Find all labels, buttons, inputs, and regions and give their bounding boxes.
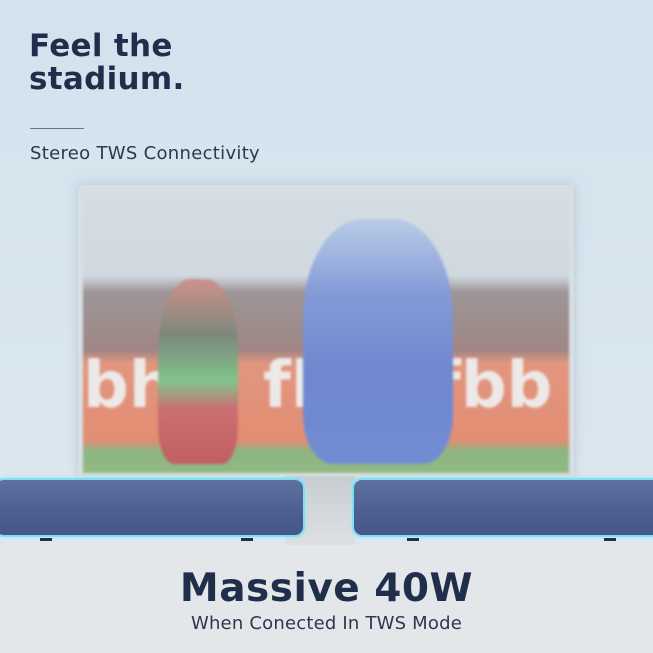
power-caption: When Conected In TWS Mode: [190, 613, 463, 634]
power-title: Massive 40W: [179, 566, 474, 611]
headline-line-1: Feel the: [29, 28, 173, 64]
soundbar-foot: [40, 538, 52, 541]
television: bh fbb fbb: [78, 185, 574, 477]
tv-screen-cricket-image: bh fbb fbb: [83, 199, 569, 473]
headline: Feel the stadium.: [29, 30, 185, 96]
soundbar-right: [352, 478, 653, 541]
divider: [30, 128, 84, 129]
subheading: Stereo TWS Connectivity: [30, 143, 261, 164]
soundbar-foot: [241, 538, 253, 541]
soundbar-foot: [604, 538, 616, 541]
soundbar-foot: [407, 538, 419, 541]
screen-haze: [83, 199, 569, 473]
headline-line-2: stadium.: [29, 61, 185, 97]
soundbar-left: [0, 478, 305, 541]
